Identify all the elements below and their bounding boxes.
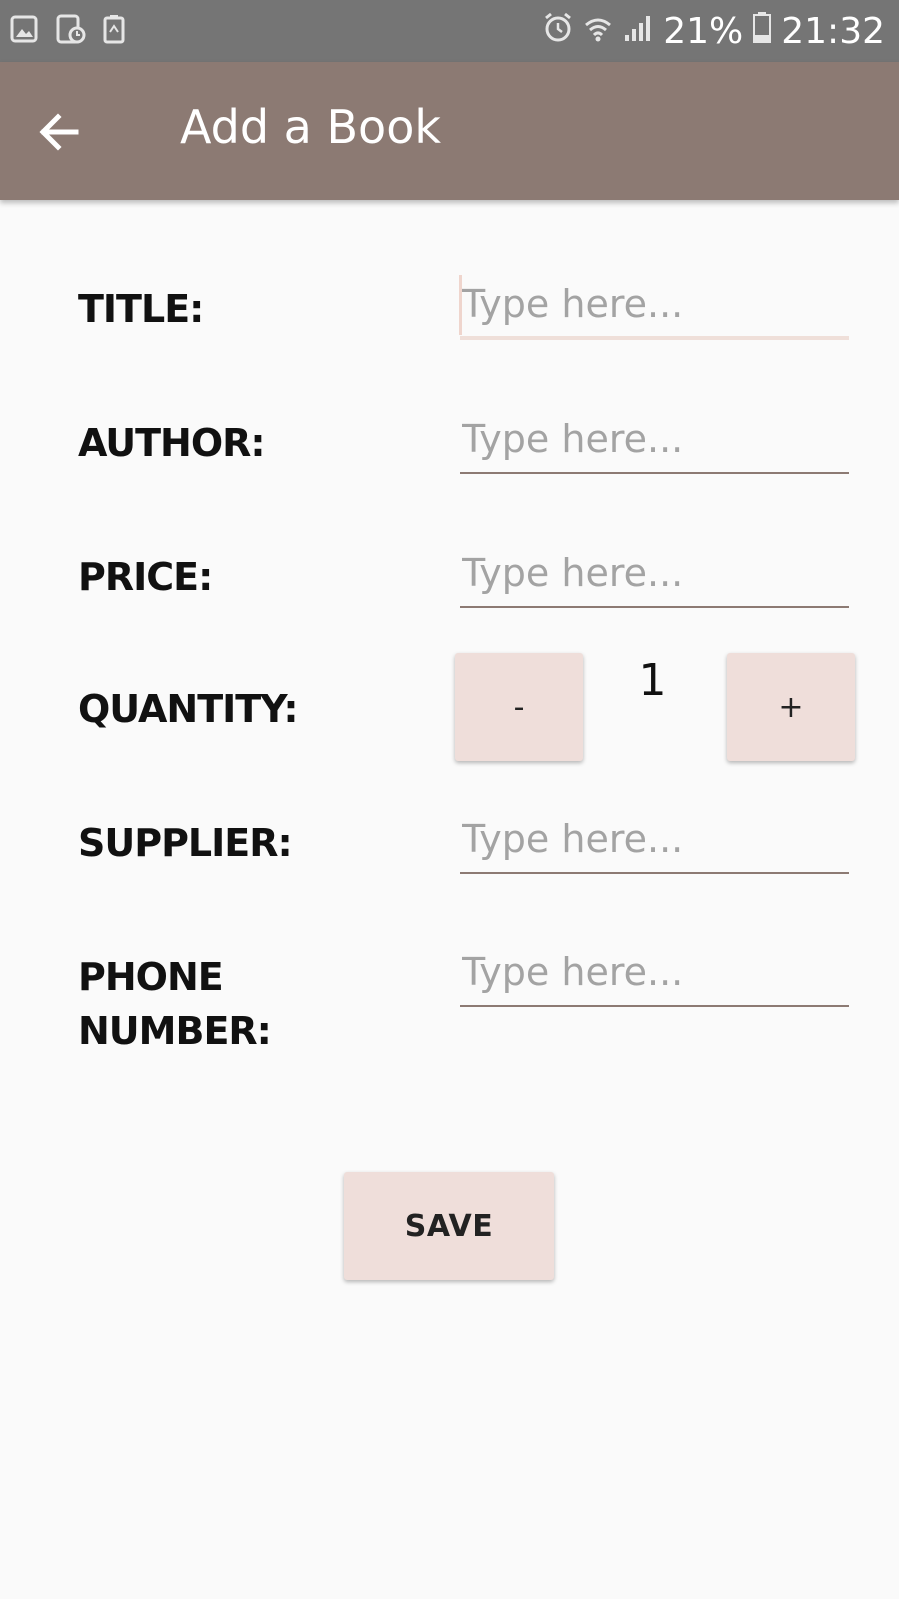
phone-label: PHONE NUMBER: bbox=[78, 950, 272, 1058]
recycle-battery-icon bbox=[102, 14, 130, 44]
price-label: PRICE: bbox=[78, 555, 213, 599]
signal-icon bbox=[623, 11, 653, 52]
battery-icon bbox=[753, 11, 772, 52]
alarm-icon bbox=[543, 11, 573, 52]
save-button[interactable]: SAVE bbox=[344, 1172, 554, 1280]
app-bar: Add a Book bbox=[0, 62, 899, 200]
author-label: AUTHOR: bbox=[78, 421, 266, 465]
arrow-left-icon bbox=[30, 113, 90, 166]
status-bar-system: 21% 21:32 bbox=[543, 8, 885, 54]
quantity-label: QUANTITY: bbox=[78, 687, 299, 731]
title-label: TITLE: bbox=[78, 287, 204, 331]
phone-number-input[interactable] bbox=[460, 939, 849, 1007]
quantity-increment-button[interactable]: + bbox=[727, 653, 855, 761]
phone-label-line1: PHONE bbox=[78, 955, 224, 999]
price-input[interactable] bbox=[460, 540, 849, 608]
phone-label-line2: NUMBER: bbox=[78, 1009, 272, 1053]
wifi-icon bbox=[583, 11, 613, 52]
document-clock-icon bbox=[56, 14, 86, 44]
quantity-value: 1 bbox=[638, 655, 667, 706]
image-icon bbox=[10, 14, 38, 44]
status-bar: 21% 21:32 bbox=[0, 0, 899, 62]
back-button[interactable] bbox=[30, 102, 90, 162]
title-input[interactable] bbox=[460, 272, 849, 340]
page-title: Add a Book bbox=[180, 100, 441, 154]
author-input[interactable] bbox=[460, 406, 849, 474]
supplier-input[interactable] bbox=[460, 806, 849, 874]
supplier-label: SUPPLIER: bbox=[78, 821, 293, 865]
battery-percent: 21% bbox=[663, 10, 744, 52]
status-bar-notifications bbox=[10, 14, 130, 44]
quantity-decrement-button[interactable]: - bbox=[455, 653, 583, 761]
clock-time: 21:32 bbox=[781, 10, 885, 52]
